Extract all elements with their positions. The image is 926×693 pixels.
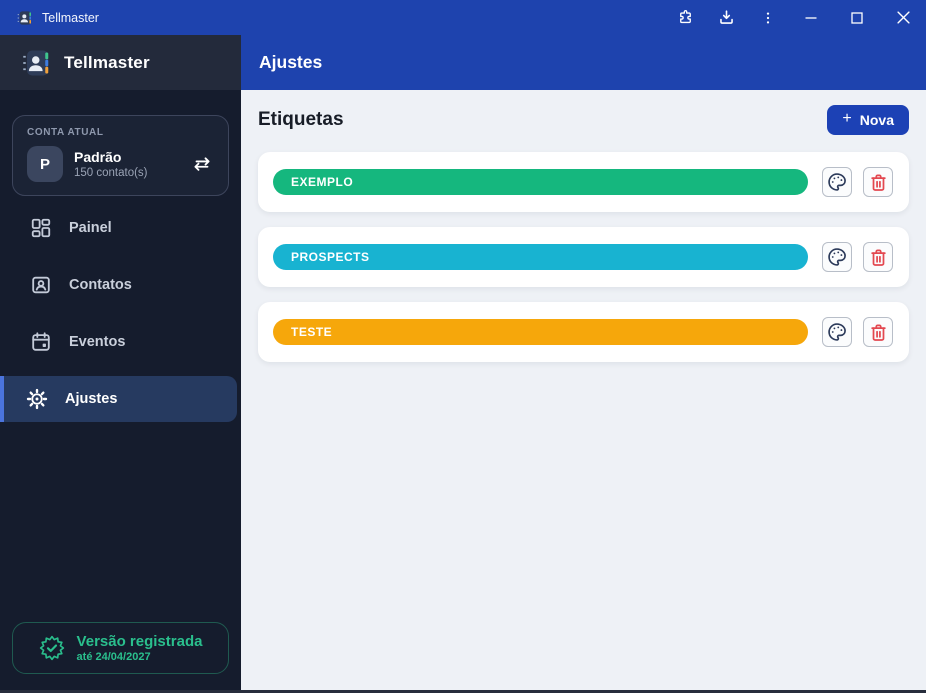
main-header: Ajustes xyxy=(241,35,926,90)
delete-tag-button[interactable] xyxy=(863,167,893,197)
license-expiry: até 24/04/2027 xyxy=(76,650,151,663)
account-switch-icon[interactable] xyxy=(189,151,215,177)
tag-pill: PROSPECTS xyxy=(273,244,808,270)
edit-color-button[interactable] xyxy=(822,167,852,197)
edit-color-button[interactable] xyxy=(822,242,852,272)
extensions-icon[interactable] xyxy=(665,0,706,35)
tag-pill: EXEMPLO xyxy=(273,169,808,195)
calendar-icon xyxy=(30,331,52,353)
license-badge: Versão registrada até 24/04/2027 xyxy=(12,622,229,674)
main-area: Ajustes Etiquetas + Nova EXEMPLO PROSPEC… xyxy=(241,35,926,690)
titlebar-controls xyxy=(665,0,926,35)
menu-kebab-icon[interactable] xyxy=(747,0,788,35)
edit-color-button[interactable] xyxy=(822,317,852,347)
new-label-button[interactable]: + Nova xyxy=(827,105,909,135)
account-contacts-count: 150 contato(s) xyxy=(74,167,148,179)
sidebar-item-ajustes[interactable]: Ajustes xyxy=(0,376,237,422)
tag-row: PROSPECTS xyxy=(258,227,909,287)
tag-pill: TESTE xyxy=(273,319,808,345)
trash-icon xyxy=(869,323,888,342)
brand-logo-icon xyxy=(22,48,52,78)
brand-name: Tellmaster xyxy=(64,52,150,72)
minimize-button[interactable] xyxy=(788,0,834,35)
new-label-button-text: Nova xyxy=(859,112,894,128)
maximize-button[interactable] xyxy=(834,0,880,35)
tag-row: EXEMPLO xyxy=(258,152,909,212)
sidebar-item-contatos[interactable]: Contatos xyxy=(0,262,237,308)
sidebar-item-eventos[interactable]: Eventos xyxy=(0,319,237,365)
license-texts: Versão registrada até 24/04/2027 xyxy=(77,633,203,664)
close-button[interactable] xyxy=(880,0,926,35)
content-toolbar: Etiquetas + Nova xyxy=(258,103,909,137)
current-account-card[interactable]: CONTA ATUAL P Padrão 150 contato(s) xyxy=(12,115,229,196)
gear-icon xyxy=(26,388,48,410)
sidebar-item-label: Eventos xyxy=(69,334,126,350)
plus-icon: + xyxy=(842,110,852,127)
palette-icon xyxy=(827,172,847,192)
app-icon xyxy=(17,10,33,26)
sidebar-item-label: Contatos xyxy=(69,277,132,293)
account-section-label: CONTA ATUAL xyxy=(27,127,104,138)
badge-check-icon xyxy=(39,635,65,661)
dashboard-icon xyxy=(30,217,52,239)
tag-row: TESTE xyxy=(258,302,909,362)
palette-icon xyxy=(827,247,847,267)
titlebar: Tellmaster xyxy=(0,0,926,35)
trash-icon xyxy=(869,173,888,192)
page-title: Ajustes xyxy=(259,52,323,72)
account-row: P Padrão 150 contato(s) xyxy=(27,146,215,182)
sidebar-item-label: Painel xyxy=(69,220,112,236)
delete-tag-button[interactable] xyxy=(863,242,893,272)
account-name: Padrão xyxy=(74,149,122,165)
sidebar: Tellmaster CONTA ATUAL P Padrão 150 cont… xyxy=(0,35,241,690)
trash-icon xyxy=(869,248,888,267)
account-avatar: P xyxy=(27,146,63,182)
contacts-icon xyxy=(30,274,52,296)
delete-tag-button[interactable] xyxy=(863,317,893,347)
palette-icon xyxy=(827,322,847,342)
account-texts: Padrão 150 contato(s) xyxy=(74,149,178,179)
download-icon[interactable] xyxy=(706,0,747,35)
sidebar-nav: Painel Contatos Eventos Ajustes xyxy=(0,205,241,433)
sidebar-item-label: Ajustes xyxy=(65,391,118,407)
section-title: Etiquetas xyxy=(258,109,344,130)
titlebar-left: Tellmaster xyxy=(0,10,99,26)
sidebar-item-painel[interactable]: Painel xyxy=(0,205,237,251)
app-window: Tellmaster Tellmaster CONTA ATUAL P Padr… xyxy=(0,0,926,693)
window-title: Tellmaster xyxy=(42,10,99,25)
content: Etiquetas + Nova EXEMPLO PROSPECTS TESTE xyxy=(241,90,926,377)
sidebar-header: Tellmaster xyxy=(0,35,241,90)
license-title: Versão registrada xyxy=(76,632,203,650)
